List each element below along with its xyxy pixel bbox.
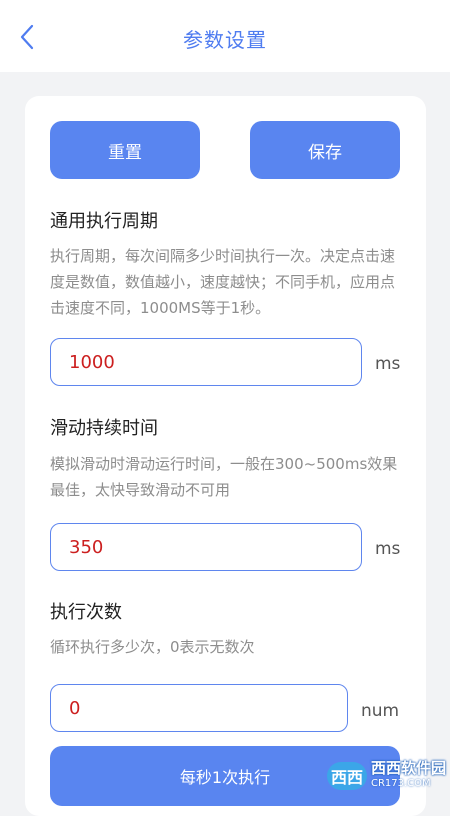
watermark-url: CR173.COM bbox=[370, 778, 431, 789]
reset-button[interactable]: 重置 bbox=[50, 121, 200, 179]
swipe-description: 模拟滑动时滑动运行时间，一般在300~500ms效果最佳，太快导致滑动不可用 bbox=[50, 455, 398, 499]
swipe-field[interactable] bbox=[50, 523, 362, 571]
period-unit: ms bbox=[375, 354, 401, 374]
count-input[interactable] bbox=[51, 685, 347, 731]
period-title: 通用执行周期 bbox=[50, 211, 158, 232]
watermark-text: 西西软件园 CR173.COM bbox=[371, 760, 446, 792]
watermark: 西西 西西软件园 CR173.COM bbox=[326, 758, 446, 794]
swipe-unit: ms bbox=[375, 539, 401, 559]
period-field[interactable] bbox=[50, 338, 362, 386]
watermark-logo: 西西 bbox=[326, 762, 367, 790]
count-description: 循环执行多少次，0表示无数次 bbox=[50, 638, 255, 656]
count-field[interactable] bbox=[50, 684, 348, 732]
page-title: 参数设置 bbox=[183, 28, 267, 52]
swipe-input[interactable] bbox=[51, 524, 361, 570]
top-bar: 参数设置 bbox=[0, 0, 450, 72]
count-title: 执行次数 bbox=[50, 602, 122, 623]
count-unit: num bbox=[361, 701, 400, 721]
watermark-name: 西西软件园 bbox=[370, 759, 446, 777]
period-input[interactable] bbox=[51, 339, 361, 385]
swipe-title: 滑动持续时间 bbox=[50, 418, 158, 439]
period-description: 执行周期，每次间隔多少时间执行一次。决定点击速度是数值，数值越小，速度越快；不同… bbox=[50, 247, 396, 317]
save-button[interactable]: 保存 bbox=[250, 121, 400, 179]
